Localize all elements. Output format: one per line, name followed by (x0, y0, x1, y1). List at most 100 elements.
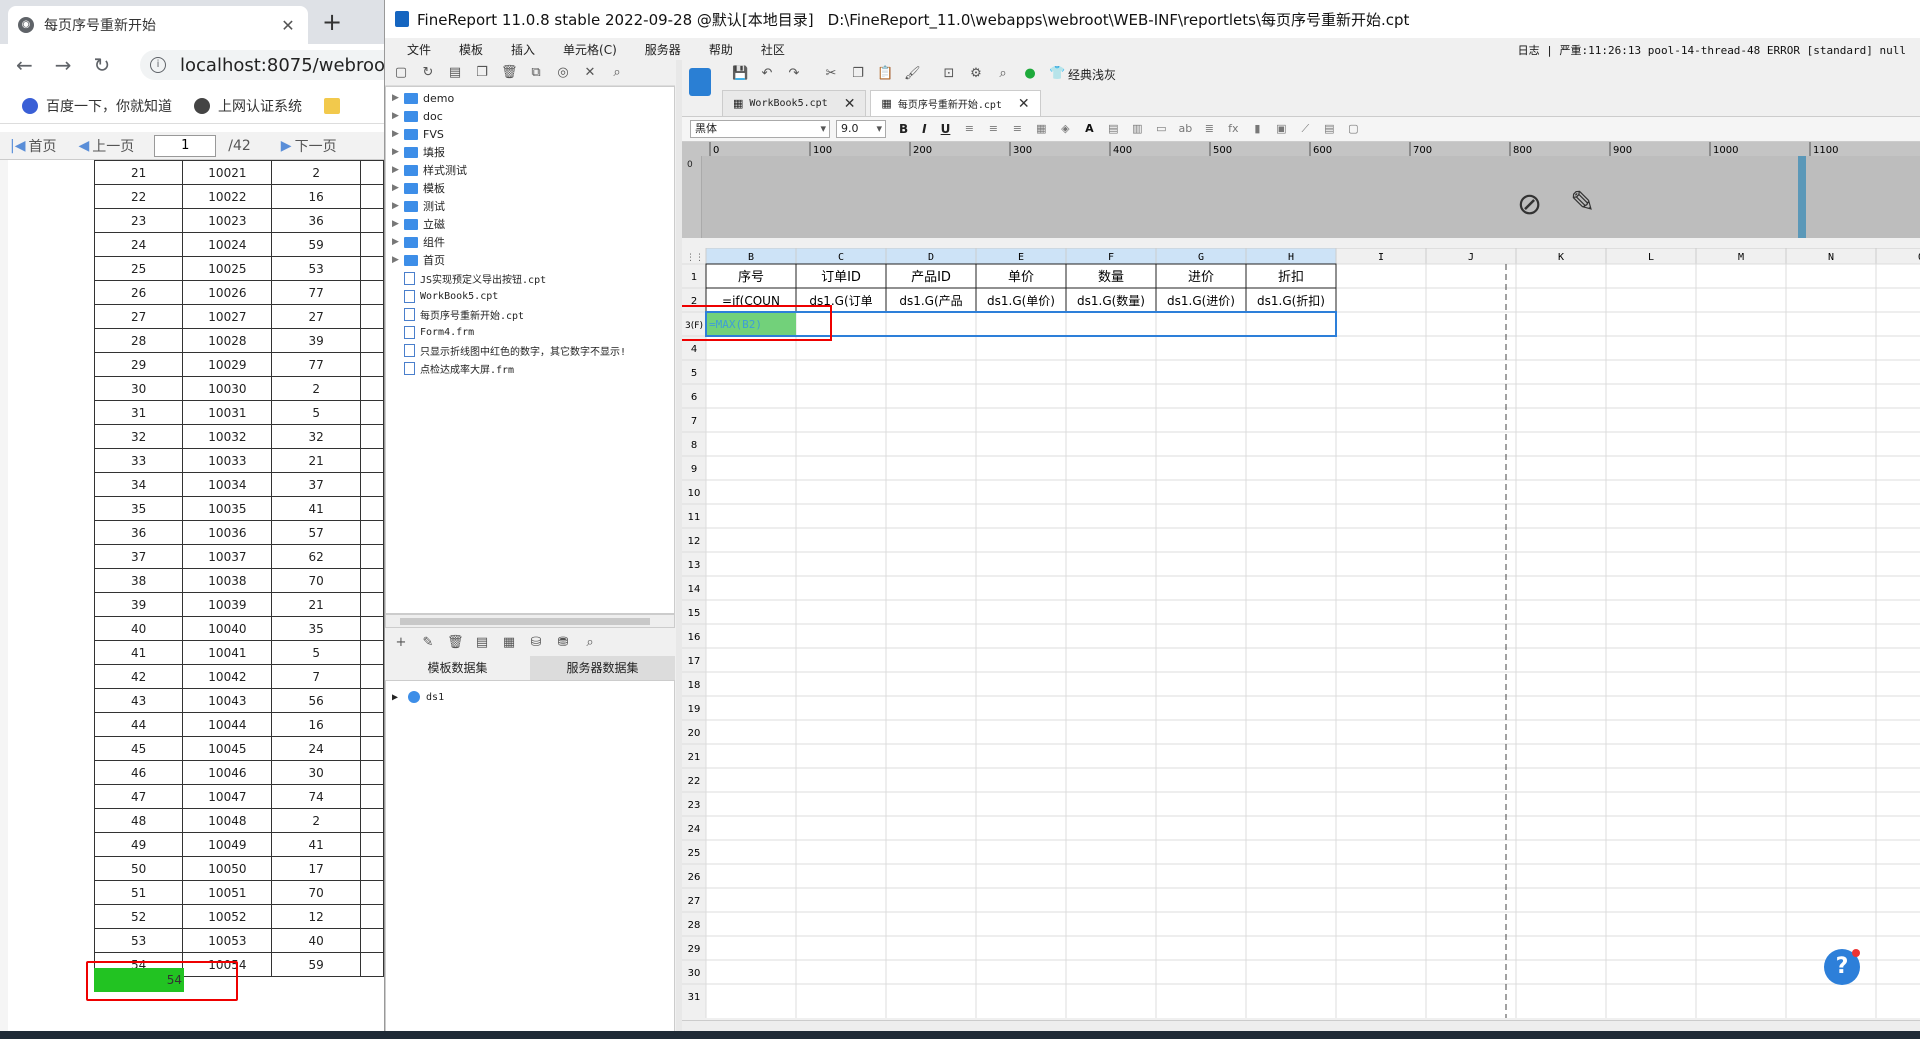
tree-folder[interactable]: ▶ FVS (392, 125, 444, 143)
row-label[interactable]: 18 (688, 680, 701, 691)
row-label[interactable]: 8 (691, 440, 697, 451)
check-icon[interactable]: ⌕ (995, 66, 1011, 82)
delete-icon[interactable]: 🗑 (501, 65, 518, 81)
tree-folder[interactable]: ▶ 立磁 (392, 215, 445, 233)
float-element-icon[interactable]: ▢ (1346, 122, 1360, 136)
bookmark-folder[interactable] (324, 97, 348, 114)
log-status[interactable]: 日志 | 严重:11:26:13 pool-14-thread-48 ERROR… (1518, 42, 1906, 58)
expand-icon[interactable]: ▶ (392, 93, 404, 103)
scroll-thumb[interactable] (400, 618, 650, 625)
expand-icon[interactable]: ▶ (392, 111, 404, 121)
font-select[interactable]: 黑体 (690, 120, 830, 138)
page-number-input[interactable] (154, 134, 217, 157)
data-cell[interactable]: ds1.G(产品 (899, 294, 962, 308)
row-label[interactable]: 29 (688, 944, 701, 955)
address-bar[interactable]: i localhost:8075/webroot/ (140, 50, 384, 80)
row-label[interactable]: 20 (688, 728, 701, 739)
menu-file[interactable]: 文件 (407, 41, 431, 58)
reload-icon[interactable]: ↻ (94, 53, 111, 77)
tree-file[interactable]: 每页序号重新开始.cpt (392, 305, 524, 323)
header-cell[interactable]: 序号 (738, 270, 764, 285)
font-size-select[interactable]: 9.0 (836, 120, 886, 138)
menu-server[interactable]: 服务器 (645, 41, 681, 58)
expand-icon[interactable]: ▶ (392, 201, 404, 211)
row-label[interactable]: 1 (691, 272, 697, 283)
row-label[interactable]: 6 (691, 392, 697, 403)
expand-icon[interactable]: ▶ (392, 255, 404, 265)
menu-help[interactable]: 帮助 (709, 41, 733, 58)
header-cell[interactable]: 进价 (1188, 270, 1214, 285)
row-label[interactable]: 5 (691, 368, 697, 379)
row-label[interactable]: 17 (688, 656, 701, 667)
header-cell[interactable]: 产品ID (911, 270, 951, 285)
row-label[interactable]: 7 (691, 416, 697, 427)
row-label[interactable]: 25 (688, 848, 701, 859)
tree-folder[interactable]: ▶ 模板 (392, 179, 445, 197)
border-icon[interactable]: ▦ (1034, 122, 1048, 136)
data-cell[interactable]: ds1.G(进价) (1167, 294, 1235, 308)
menu-template[interactable]: 模板 (459, 41, 483, 58)
row-label[interactable]: 21 (688, 752, 701, 763)
tree-folder[interactable]: ▶ 填报 (392, 143, 445, 161)
menu-community[interactable]: 社区 (761, 41, 785, 58)
server-db-icon[interactable]: ⛃ (555, 635, 571, 651)
help-button[interactable]: ? (1824, 949, 1860, 985)
row-label[interactable]: 19 (688, 704, 701, 715)
copy-icon[interactable]: ❐ (474, 65, 490, 81)
tree-folder[interactable]: ▶ 样式测试 (392, 161, 467, 179)
save-icon[interactable]: 💾 (732, 66, 748, 82)
tree-scrollbar[interactable] (385, 614, 675, 628)
row-label[interactable]: 9 (691, 464, 697, 475)
database-icon[interactable]: ⛁ (528, 635, 544, 651)
close-icon[interactable]: ✕ (1018, 96, 1030, 112)
italic-button[interactable]: I (922, 122, 926, 136)
font-color-icon[interactable]: A (1082, 122, 1096, 136)
tree-file[interactable]: WorkBook5.cpt (392, 287, 498, 305)
sub-report-icon[interactable]: ▤ (1322, 122, 1336, 136)
row-label[interactable]: 13 (688, 560, 701, 571)
expand-icon[interactable]: ▶ (392, 165, 404, 175)
select-all-corner[interactable]: ⋮⋮ (686, 253, 704, 263)
preview-icon[interactable]: ▤ (474, 635, 490, 651)
fill-color-icon[interactable]: ◈ (1058, 122, 1072, 136)
tab-server-dataset[interactable]: 服务器数据集 (530, 656, 675, 680)
format-painter-icon[interactable]: 🖌 (904, 66, 921, 82)
data-cell[interactable]: ds1.G(折扣) (1257, 293, 1325, 308)
browser-tab[interactable]: ◉ 每页序号重新开始 ✕ (8, 6, 308, 44)
report-icon[interactable] (689, 68, 711, 96)
search-icon[interactable]: ⌕ (609, 65, 625, 81)
menu-insert[interactable]: 插入 (511, 41, 535, 58)
cell-style-icon[interactable]: ▤ (1106, 122, 1120, 136)
row-label[interactable]: 23 (688, 800, 701, 811)
header-cell[interactable]: 数量 (1098, 270, 1124, 285)
first-page-button[interactable]: |◀ 首页 (10, 136, 56, 156)
compile-icon[interactable]: ● (1022, 66, 1038, 82)
theme-label[interactable]: 经典浅灰 (1068, 66, 1116, 83)
data-cell[interactable]: ds1.G(单价) (987, 294, 1055, 308)
tree-file[interactable]: 只显示折线图中红色的数字，其它数字不显示! (392, 341, 626, 359)
back-icon[interactable]: ← (16, 53, 33, 77)
header-cell[interactable]: 单价 (1008, 270, 1034, 285)
align-right-icon[interactable]: ≡ (1010, 122, 1024, 136)
row-label[interactable]: 15 (688, 608, 701, 619)
theme-icon[interactable]: 👕 (1049, 66, 1065, 82)
tree-file[interactable]: Form4.frm (392, 323, 474, 341)
paste-icon[interactable]: 📋 (877, 66, 893, 82)
expand-icon[interactable]: ▶ (392, 237, 404, 247)
bold-button[interactable]: B (899, 122, 908, 136)
pencil-icon[interactable]: ✎ (1570, 185, 1595, 220)
unmerge-icon[interactable]: ▭ (1154, 122, 1168, 136)
row-label[interactable]: 22 (688, 776, 701, 787)
expand-icon[interactable]: ▶ (392, 219, 404, 229)
delete-icon[interactable]: 🗑 (447, 635, 464, 651)
redo-icon[interactable]: ↷ (786, 66, 802, 82)
column-header[interactable] (1875, 248, 1920, 265)
row-label[interactable]: 27 (688, 896, 701, 907)
eye-off-icon[interactable]: ⊘ (1517, 187, 1542, 222)
tree-folder[interactable]: ▶ 测试 (392, 197, 445, 215)
search-icon[interactable]: ⌕ (582, 635, 598, 651)
info-icon[interactable]: i (150, 57, 166, 73)
expand-icon[interactable]: ▶ (392, 692, 398, 703)
row-label[interactable]: 14 (688, 584, 701, 595)
copy-icon[interactable]: ❐ (850, 66, 866, 82)
